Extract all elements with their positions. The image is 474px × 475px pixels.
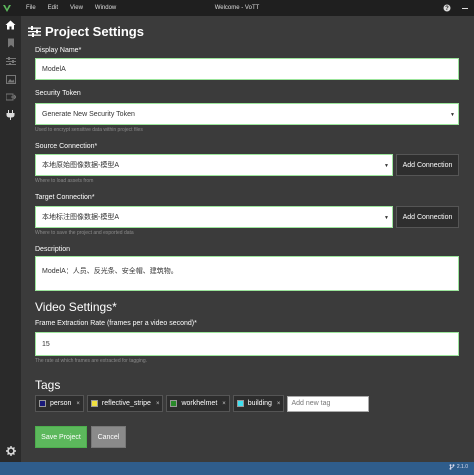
tag-color-swatch[interactable]: [90, 400, 98, 407]
target-connection-help: Where to save the project and exported d…: [35, 230, 134, 236]
version-text: 2.1.0: [456, 464, 468, 470]
tag-chip[interactable]: workhelmet ×: [166, 395, 230, 412]
frame-rate-label: Frame Extraction Rate (frames per a vide…: [35, 320, 197, 327]
sliders-icon[interactable]: [0, 52, 21, 70]
project-settings-page: Project Settings Display Name* ModelA Se…: [21, 16, 474, 462]
tag-chip[interactable]: person ×: [35, 395, 84, 412]
tag-chip[interactable]: reflective_stripe ×: [86, 395, 164, 412]
plug-icon[interactable]: [0, 106, 21, 124]
security-token-label: Security Token: [35, 90, 81, 97]
save-project-button[interactable]: Save Project: [35, 426, 87, 448]
tag-name: workhelmet: [181, 400, 218, 407]
security-token-value: Generate New Security Token: [42, 110, 135, 118]
bookmark-icon[interactable]: [0, 34, 21, 52]
security-token-help: Used to encrypt sensitive data within pr…: [35, 127, 143, 133]
add-source-connection-button[interactable]: Add Connection: [396, 154, 459, 176]
page-title: Project Settings: [28, 24, 144, 39]
caret-down-icon: ▼: [450, 112, 455, 118]
status-bar: 2.1.0: [0, 462, 474, 475]
source-connection-value: 本地原始图像数据-模型A: [42, 162, 119, 169]
tags-input: person × reflective_stripe × workhelmet …: [35, 391, 459, 416]
help-button[interactable]: ?: [438, 0, 456, 16]
frame-rate-help: The rate at which frames are extracted f…: [35, 358, 147, 364]
tag-name: reflective_stripe: [101, 400, 151, 407]
minimize-button[interactable]: [456, 0, 474, 16]
menu-file[interactable]: File: [26, 5, 36, 11]
caret-down-icon: ▼: [384, 215, 389, 221]
tag-color-swatch[interactable]: [170, 400, 178, 407]
target-connection-label: Target Connection*: [35, 194, 95, 201]
security-token-select[interactable]: Generate New Security Token ▼: [35, 103, 459, 125]
remove-tag-icon[interactable]: ×: [76, 401, 80, 407]
frame-rate-input[interactable]: 15: [35, 332, 459, 356]
tag-name: person: [50, 400, 72, 407]
cancel-button[interactable]: Cancel: [91, 426, 126, 448]
remove-tag-icon[interactable]: ×: [222, 401, 226, 407]
menu-edit[interactable]: Edit: [48, 5, 58, 11]
tag-color-swatch[interactable]: [236, 400, 244, 407]
code-branch-icon: [449, 464, 455, 470]
minimize-icon: [462, 8, 468, 9]
svg-text:?: ?: [445, 6, 449, 12]
title-bar: File Edit View Window Welcome - VoTT ?: [0, 0, 474, 16]
settings-gear-icon[interactable]: [0, 442, 21, 460]
caret-down-icon: ▼: [384, 163, 389, 169]
source-connection-select[interactable]: 本地原始图像数据-模型A ▼: [35, 154, 393, 176]
sidebar: [0, 16, 21, 462]
menu-bar: File Edit View Window: [26, 5, 116, 11]
video-settings-title: Video Settings*: [35, 300, 117, 314]
tag-color-swatch[interactable]: [39, 400, 46, 407]
description-textarea[interactable]: ModelA：人员、反光条、安全帽、建筑物。: [35, 256, 459, 291]
tag-name: building: [247, 400, 272, 407]
question-icon: ?: [443, 4, 451, 12]
home-icon[interactable]: [0, 16, 21, 34]
target-connection-value: 本地标注图像数据-模型A: [42, 214, 119, 221]
menu-window[interactable]: Window: [95, 5, 116, 11]
display-name-label: Display Name*: [35, 47, 82, 54]
tags-title: Tags: [35, 378, 61, 392]
page-title-text: Project Settings: [45, 24, 144, 39]
remove-tag-icon[interactable]: ×: [277, 401, 281, 407]
sliders-icon: [28, 26, 41, 37]
image-icon[interactable]: [0, 70, 21, 88]
menu-view[interactable]: View: [70, 5, 83, 11]
remove-tag-icon[interactable]: ×: [156, 401, 160, 407]
source-connection-label: Source Connection*: [35, 143, 98, 150]
export-icon[interactable]: [0, 88, 21, 106]
target-connection-select[interactable]: 本地标注图像数据-模型A ▼: [35, 206, 393, 228]
source-connection-help: Where to load assets from: [35, 178, 94, 184]
display-name-input[interactable]: ModelA: [35, 58, 459, 80]
new-tag-input[interactable]: Add new tag: [287, 395, 370, 412]
tag-chip[interactable]: building ×: [232, 395, 285, 412]
version-indicator: 2.1.0: [449, 464, 468, 470]
app-logo-icon: [0, 0, 14, 16]
description-label: Description: [35, 246, 71, 253]
add-target-connection-button[interactable]: Add Connection: [396, 206, 459, 228]
